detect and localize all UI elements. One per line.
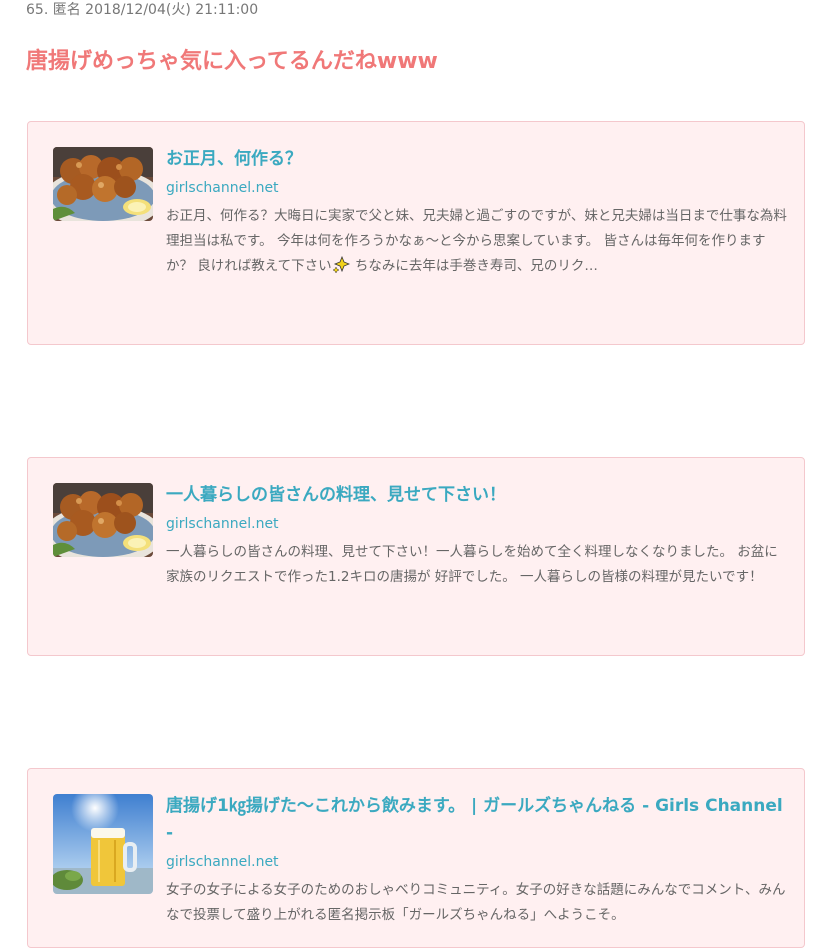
card-description: お正月、何作る？大晦日に実家で父と妹、兄夫婦と過ごすのですが、妹と兄夫婦は当日ま… [166, 204, 788, 279]
card-domain: girlschannel.net [166, 854, 279, 870]
sparkle-icon [332, 255, 350, 274]
fried-chicken-thumbnail[interactable] [53, 147, 153, 221]
link-card[interactable]: 唐揚げ1㎏揚げた～これから飲みます。 | ガールズちゃんねる - Girls C… [27, 768, 805, 948]
card-title[interactable]: お正月、何作る？ [166, 146, 788, 173]
comment-text: 唐揚げめっちゃ気に入ってるんだねwww [26, 49, 438, 74]
card-description: 一人暮らしの皆さんの料理、見せて下さい！一人暮らしを始めて全く料理しなくなりまし… [166, 544, 778, 585]
post-meta: 65. 匿名 2018/12/04(火) 21:11:00 [26, 2, 259, 18]
card-domain: girlschannel.net [166, 516, 279, 532]
link-card[interactable]: お正月、何作る？ girlschannel.net お正月、何作る？大晦日に実家… [27, 121, 805, 345]
beer-mug-thumbnail[interactable] [53, 794, 153, 894]
card-title[interactable]: 一人暮らしの皆さんの料理、見せて下さい！ [166, 482, 788, 509]
fried-chicken-thumbnail[interactable] [53, 483, 153, 557]
card-description-text-tail: ちなみに去年は手巻き寿司、兄のリク… [350, 258, 598, 274]
card-description: 女子の女子による女子のためのおしゃべりコミュニティ。女子の好きな話題にみんなでコ… [166, 882, 786, 923]
link-card[interactable]: 一人暮らしの皆さんの料理、見せて下さい！ girlschannel.net 一人… [27, 457, 805, 656]
card-title[interactable]: 唐揚げ1㎏揚げた～これから飲みます。 | ガールズちゃんねる - Girls C… [166, 793, 788, 847]
card-domain: girlschannel.net [166, 180, 279, 196]
